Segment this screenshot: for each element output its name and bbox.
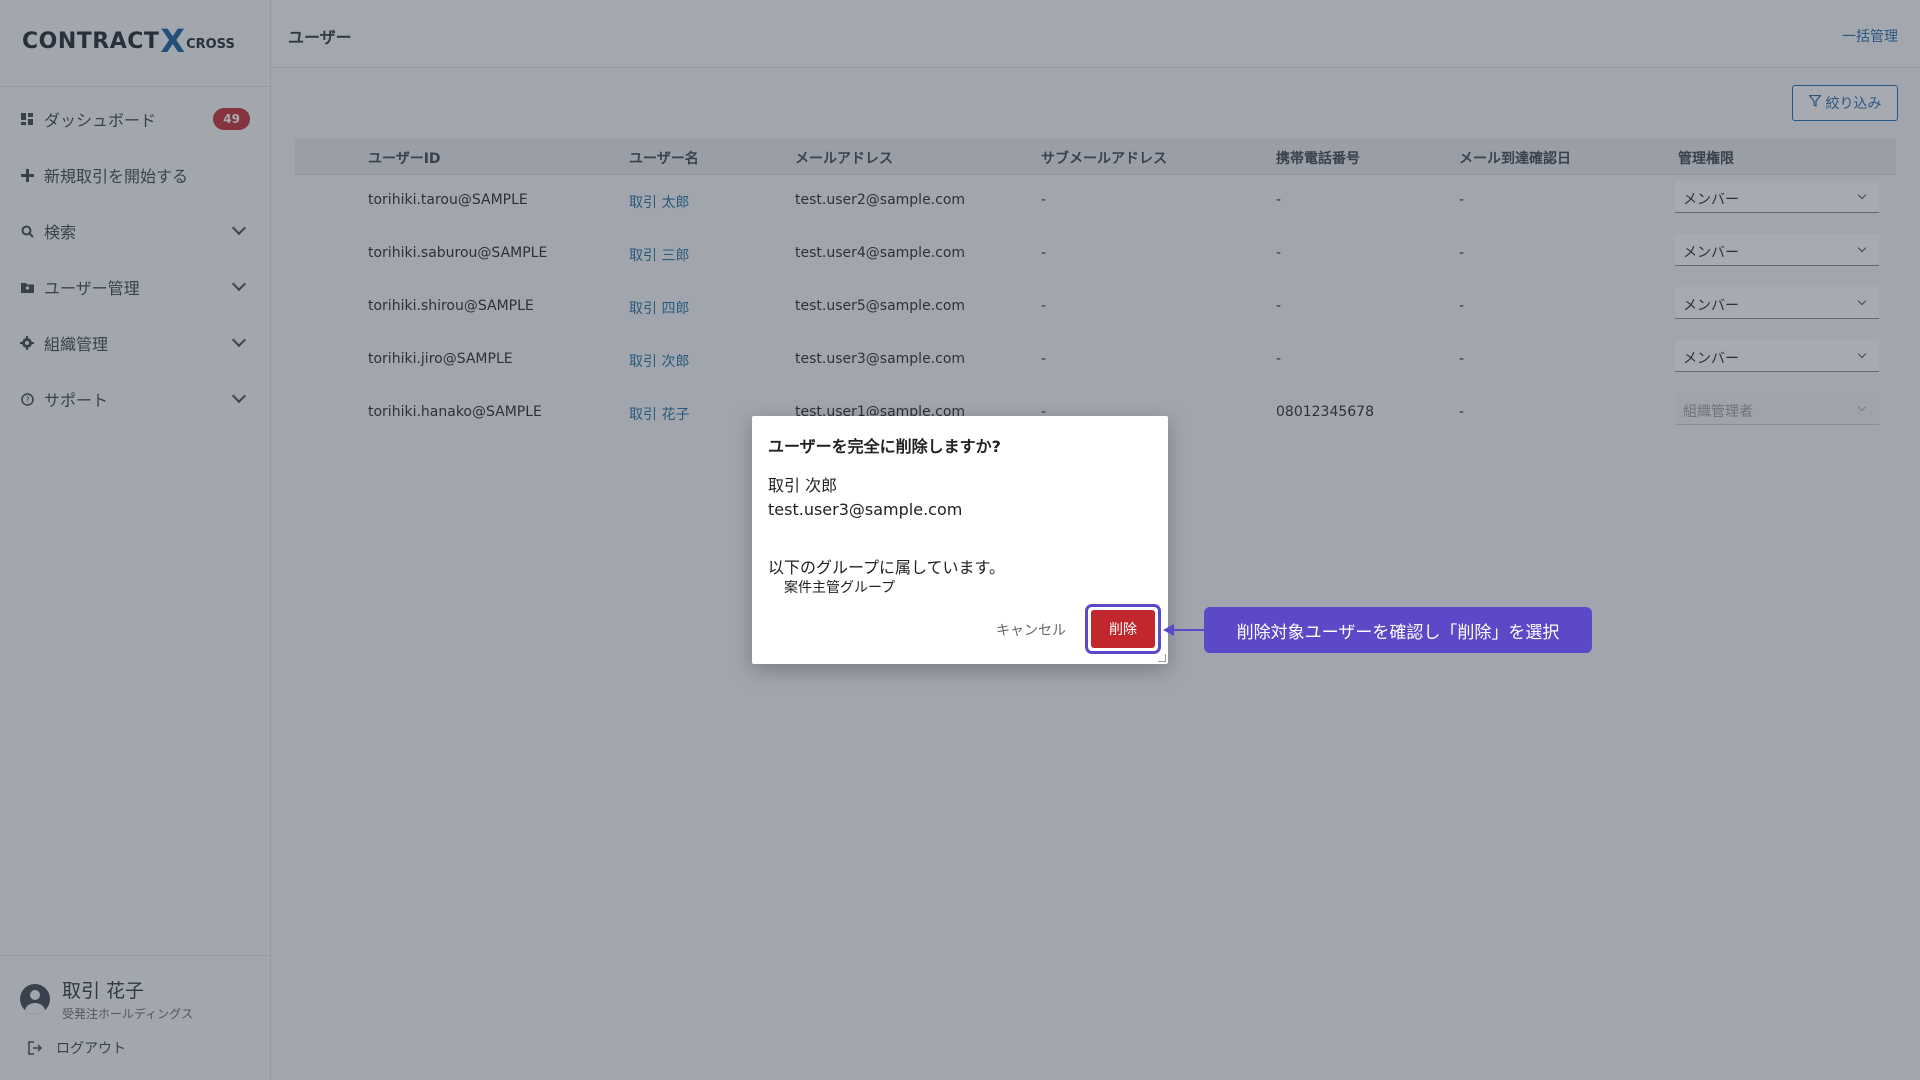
dialog-title: ユーザーを完全に削除しますか? [768,437,1001,456]
annotation-arrow-head-icon [1163,624,1174,636]
dialog-user-email: test.user3@sample.com [768,500,963,519]
annotation-arrow-line [1173,629,1207,631]
resize-handle-icon[interactable] [1158,654,1166,662]
dialog-group-label: 以下のグループに属しています。 [768,558,1005,577]
annotation-callout: 削除対象ユーザーを確認し「削除」を選択 [1204,607,1592,653]
dialog-group-name: 案件主管グループ [784,580,896,596]
delete-user-dialog: ユーザーを完全に削除しますか? 取引 次郎 test.user3@sample.… [752,416,1168,664]
delete-button[interactable]: 削除 [1091,610,1155,648]
cancel-button[interactable]: キャンセル [996,620,1066,640]
dialog-user-name: 取引 次郎 [768,476,838,495]
dialog-user-info: 取引 次郎 test.user3@sample.com [768,474,962,522]
